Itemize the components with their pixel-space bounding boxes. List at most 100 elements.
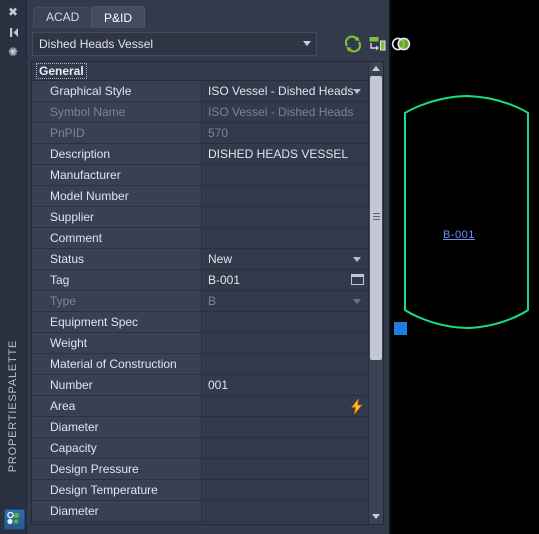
chevron-up-icon [372, 66, 380, 71]
property-name: Status [32, 249, 202, 269]
property-row[interactable]: Type B [32, 291, 368, 312]
scroll-up-button[interactable] [369, 62, 383, 76]
property-value[interactable] [203, 312, 368, 332]
property-value[interactable] [203, 438, 368, 458]
palette-footer [27, 527, 389, 534]
quick-properties-icon[interactable] [390, 33, 412, 55]
property-row[interactable]: Tag B-001 [32, 270, 368, 291]
property-name: Model Number [32, 186, 202, 206]
auto-hide-icon[interactable] [0, 26, 26, 42]
property-row[interactable]: Material of Construction [32, 354, 368, 375]
property-row[interactable]: Graphical Style ISO Vessel - Dished Heads [32, 81, 368, 102]
property-row[interactable]: Model Number [32, 186, 368, 207]
close-icon[interactable]: ✖ [0, 5, 26, 19]
vessel-tag-label[interactable]: B-001 [443, 229, 475, 241]
property-row[interactable]: Equipment Spec [32, 312, 368, 333]
property-name: Capacity [32, 438, 202, 458]
property-value[interactable]: 570 [203, 123, 368, 143]
object-selector-value: Dished Heads Vessel [39, 37, 154, 51]
property-value[interactable] [203, 354, 368, 374]
property-value[interactable] [203, 459, 368, 479]
property-row[interactable]: Comment [32, 228, 368, 249]
property-value[interactable]: DISHED HEADS VESSEL [203, 144, 368, 164]
property-row[interactable]: Supplier [32, 207, 368, 228]
property-value[interactable]: B [203, 291, 368, 311]
property-row[interactable]: Status New [32, 249, 368, 270]
property-row[interactable]: Number 001 [32, 375, 368, 396]
property-row[interactable]: Area [32, 396, 368, 417]
property-value[interactable] [203, 501, 368, 521]
property-name: Manufacturer [32, 165, 202, 185]
property-row[interactable]: Manufacturer [32, 165, 368, 186]
property-row[interactable]: Diameter [32, 501, 368, 522]
property-value[interactable] [203, 333, 368, 353]
property-value[interactable]: 001 [203, 375, 368, 395]
lightning-bolt-icon[interactable] [350, 399, 364, 414]
property-name: Number [32, 375, 202, 395]
property-value[interactable] [203, 207, 368, 227]
property-name: Symbol Name [32, 102, 202, 122]
property-rows-container: Graphical Style ISO Vessel - Dished Heads… [32, 81, 368, 522]
property-value[interactable]: New [203, 249, 368, 269]
properties-palette: ✖ ✺ PROPERTIESPALETTE ACAD P&ID Dished H… [0, 0, 411, 534]
property-value[interactable]: ISO Vessel - Dished Heads [203, 102, 368, 122]
property-name: Comment [32, 228, 202, 248]
property-value[interactable] [203, 165, 368, 185]
chevron-down-icon[interactable] [353, 299, 361, 304]
property-value[interactable] [203, 186, 368, 206]
category-label-general: General [36, 63, 87, 79]
palette-toolbar: Dished Heads Vessel [27, 28, 411, 61]
object-selector-combo[interactable]: Dished Heads Vessel [32, 32, 317, 56]
property-row[interactable]: Capacity [32, 438, 368, 459]
property-name: Diameter [32, 417, 202, 437]
vessel-bottom-head [404, 309, 529, 329]
vessel-top-head [404, 95, 529, 114]
property-name: Supplier [32, 207, 202, 227]
chevron-down-icon[interactable] [353, 89, 361, 94]
property-name: Weight [32, 333, 202, 353]
property-row[interactable]: Diameter [32, 417, 368, 438]
property-name: Diameter [32, 501, 202, 521]
scrollbar-grip-icon [373, 213, 380, 220]
select-objects-icon[interactable] [366, 33, 388, 55]
property-value[interactable]: B-001 [203, 270, 368, 290]
palette-menu-icon[interactable]: ✺ [0, 45, 26, 59]
open-dialog-icon[interactable] [351, 274, 364, 285]
tab-acad[interactable]: ACAD [33, 7, 93, 28]
property-value[interactable] [203, 480, 368, 500]
property-grid: General Graphical Style ISO Vessel - Dish… [31, 61, 384, 525]
palette-tabs: ACAD P&ID [27, 0, 389, 28]
property-category-header[interactable]: General [32, 62, 368, 81]
chevron-down-icon [372, 514, 380, 519]
selection-grip[interactable] [394, 322, 407, 335]
property-row[interactable]: PnPID 570 [32, 123, 368, 144]
property-value[interactable] [203, 396, 368, 416]
tab-pid[interactable]: P&ID [91, 6, 146, 28]
palette-title-bar: ✖ ✺ PROPERTIESPALETTE [0, 0, 27, 534]
property-row[interactable]: Design Temperature [32, 480, 368, 501]
property-grid-scrollbar[interactable] [368, 62, 383, 524]
property-row[interactable]: Design Pressure [32, 459, 368, 480]
property-row[interactable]: Description DISHED HEADS VESSEL [32, 144, 368, 165]
property-name: Design Pressure [32, 459, 202, 479]
property-name: Equipment Spec [32, 312, 202, 332]
chevron-down-icon [303, 41, 311, 46]
scroll-down-button[interactable] [369, 510, 383, 524]
property-row[interactable]: Symbol Name ISO Vessel - Dished Heads [32, 102, 368, 123]
vessel-body-outline [404, 94, 529, 330]
refresh-icon[interactable] [342, 33, 364, 55]
property-value[interactable] [203, 417, 368, 437]
property-name: Description [32, 144, 202, 164]
property-grid-viewport: General Graphical Style ISO Vessel - Dish… [32, 62, 368, 524]
property-name: Graphical Style [32, 81, 202, 101]
property-name: Material of Construction [32, 354, 202, 374]
chevron-down-icon[interactable] [353, 257, 361, 262]
application-window: B-001 ✖ ✺ PROPERTIESPALETTE ACAD P&ID Di… [0, 0, 539, 534]
property-value[interactable] [203, 228, 368, 248]
property-name: Design Temperature [32, 480, 202, 500]
property-name: PnPID [32, 123, 202, 143]
property-row[interactable]: Weight [32, 333, 368, 354]
property-value[interactable]: ISO Vessel - Dished Heads [203, 81, 368, 101]
scrollbar-thumb[interactable] [370, 76, 382, 360]
property-name: Type [32, 291, 202, 311]
